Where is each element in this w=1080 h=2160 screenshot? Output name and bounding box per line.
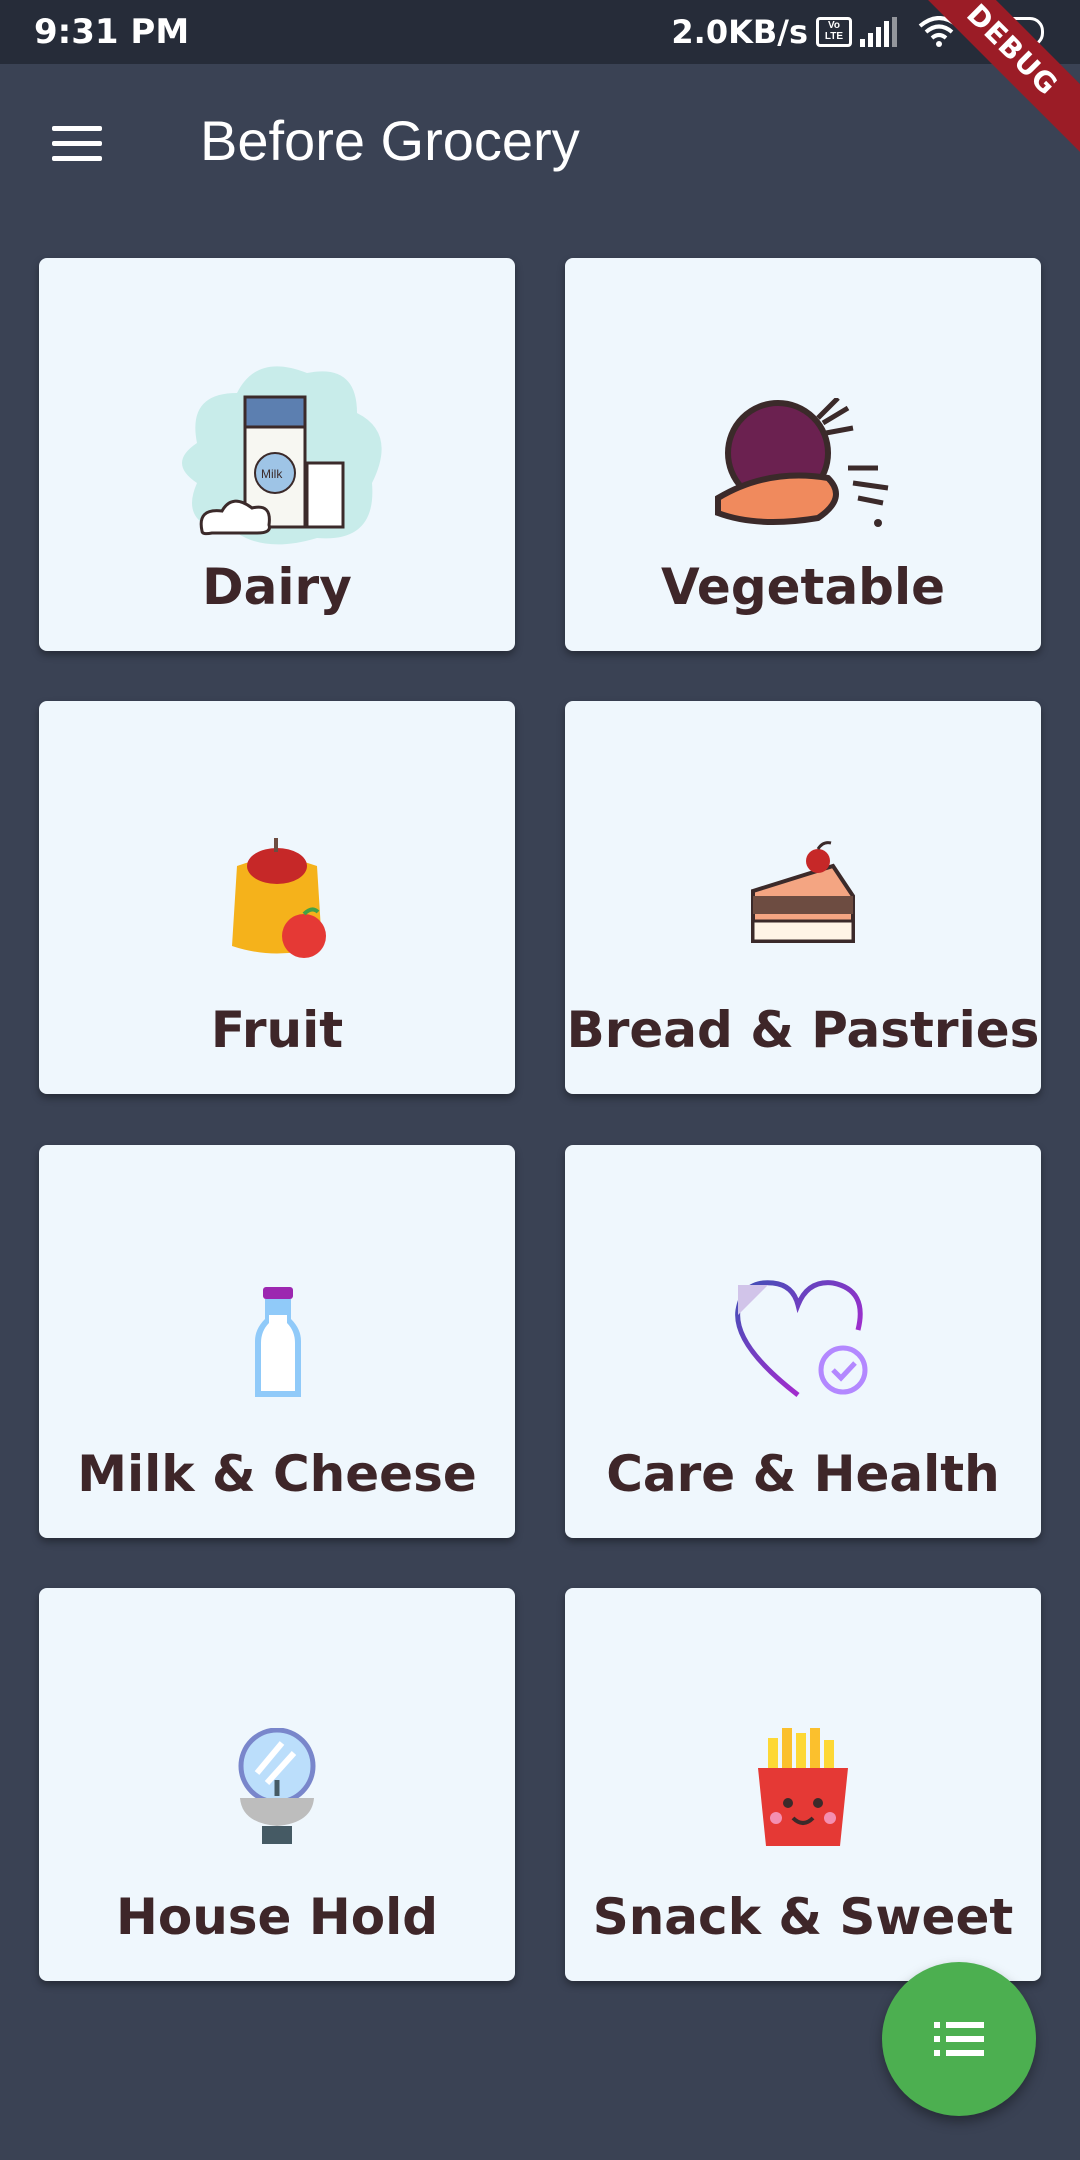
volte-icon: Vo LTE bbox=[816, 17, 852, 47]
milk-carton-icon: Milk bbox=[182, 366, 382, 545]
category-card-vegetable[interactable]: Vegetable bbox=[565, 258, 1041, 651]
category-label: Care & Health bbox=[606, 1445, 1000, 1503]
category-card-bread-pastries[interactable]: Bread & Pastries bbox=[565, 701, 1041, 1094]
category-card-milk-cheese[interactable]: Milk & Cheese bbox=[39, 1145, 515, 1538]
category-card-snack-sweet[interactable]: Snack & Sweet bbox=[565, 1588, 1041, 1981]
category-card-dairy[interactable]: Milk Dairy bbox=[39, 258, 515, 651]
category-card-house-hold[interactable]: House Hold bbox=[39, 1588, 515, 1981]
category-label: Snack & Sweet bbox=[592, 1888, 1014, 1946]
status-time: 9:31 PM bbox=[34, 12, 190, 52]
page-title: Before Grocery bbox=[200, 109, 580, 172]
french-fries-icon bbox=[758, 1728, 848, 1846]
heart-check-icon bbox=[735, 1280, 868, 1397]
cake-slice-icon bbox=[751, 841, 855, 943]
network-speed: 2.0KB/s bbox=[671, 13, 808, 51]
category-label: Vegetable bbox=[660, 558, 946, 616]
sink-mirror-icon bbox=[238, 1728, 316, 1844]
category-label: Dairy bbox=[202, 558, 352, 616]
category-label: Bread & Pastries bbox=[566, 1001, 1040, 1059]
category-card-fruit[interactable]: Fruit bbox=[39, 701, 515, 1094]
category-label: Milk & Cheese bbox=[77, 1445, 477, 1503]
category-label: Fruit bbox=[210, 1001, 344, 1059]
svg-text:Milk: Milk bbox=[261, 467, 283, 481]
hamburger-menu-icon[interactable] bbox=[52, 126, 102, 162]
status-bar: 9:31 PM 2.0KB/s Vo LTE 88 DEBUG bbox=[0, 0, 1080, 159]
app-bar: Before Grocery bbox=[0, 64, 1080, 224]
signal-icon bbox=[860, 17, 900, 47]
category-card-care-health[interactable]: Care & Health bbox=[565, 1145, 1041, 1538]
milk-bottle-icon bbox=[255, 1287, 301, 1397]
fruit-bag-icon bbox=[232, 838, 326, 958]
category-label: House Hold bbox=[116, 1888, 438, 1946]
list-icon bbox=[934, 2022, 984, 2056]
beetroot-carrot-icon bbox=[715, 398, 889, 527]
list-fab-button[interactable] bbox=[882, 1962, 1036, 2116]
